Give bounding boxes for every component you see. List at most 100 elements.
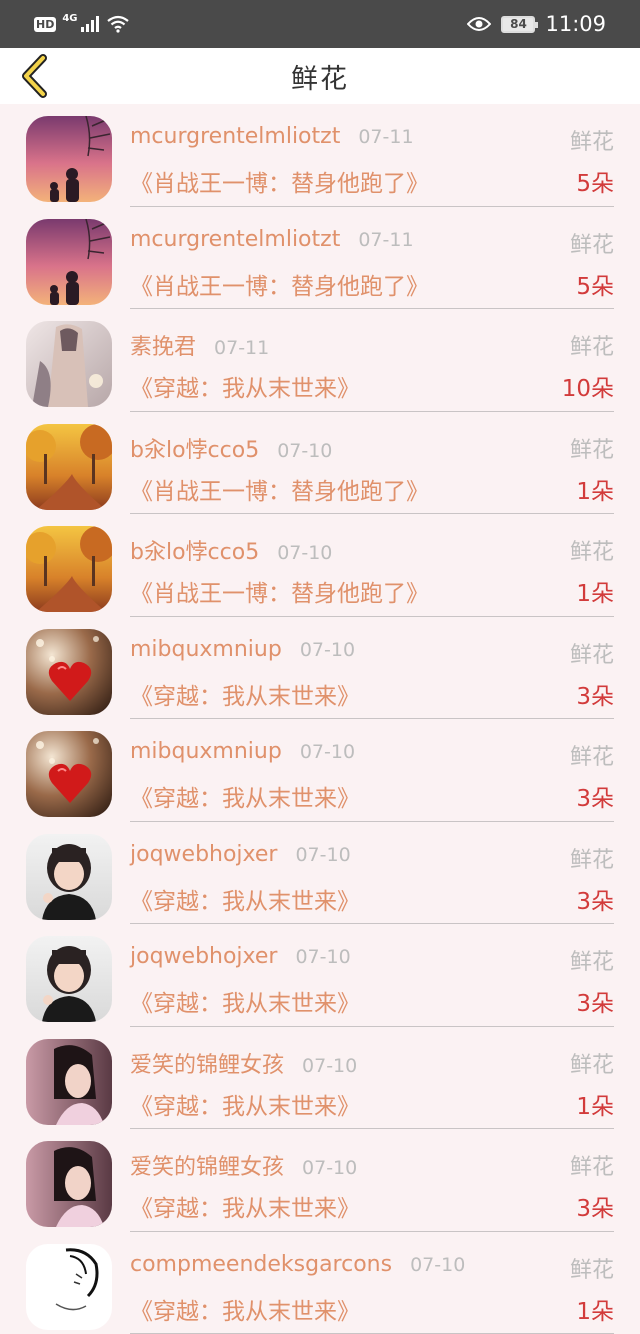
avatar[interactable]	[26, 116, 112, 202]
username[interactable]: 素挽君	[130, 329, 196, 361]
avatar[interactable]	[26, 526, 112, 612]
username[interactable]: 爱笑的锦鲤女孩	[130, 1047, 284, 1079]
book-title[interactable]: 《穿越：我从末世来》	[130, 1087, 360, 1121]
gift-type: 鲜花	[570, 124, 614, 156]
gift-count: 5朵	[576, 164, 614, 198]
list-item[interactable]: joqwebhojxer 07-10 鲜花 《穿越：我从末世来》 3朵	[0, 822, 640, 925]
gift-count: 10朵	[562, 369, 614, 403]
gift-type: 鲜花	[570, 534, 614, 566]
username[interactable]: joqwebhojxer	[130, 842, 277, 867]
hd-badge: HD	[34, 17, 56, 32]
status-bar: HD 4G 84 11:09	[0, 0, 640, 48]
list-item-body: 爱笑的锦鲤女孩 07-10 鲜花 《穿越：我从末世来》 1朵	[130, 1027, 614, 1130]
gift-count: 1朵	[576, 1087, 614, 1121]
avatar[interactable]	[26, 1141, 112, 1227]
gift-count: 3朵	[576, 677, 614, 711]
list-item-body: mcurgrentelmliotzt 07-11 鲜花 《肖战王一博：替身他跑了…	[130, 104, 614, 207]
gift-date: 07-10	[300, 639, 355, 661]
gift-date: 07-10	[295, 844, 350, 866]
list-item[interactable]: mibquxmniup 07-10 鲜花 《穿越：我从末世来》 3朵	[0, 719, 640, 822]
avatar[interactable]	[26, 1244, 112, 1330]
book-title[interactable]: 《穿越：我从末世来》	[130, 779, 360, 813]
book-title[interactable]: 《穿越：我从末世来》	[130, 677, 360, 711]
gift-date: 07-10	[277, 440, 332, 462]
book-title[interactable]: 《穿越：我从末世来》	[130, 1292, 360, 1326]
username[interactable]: b汆lo悖cco5	[130, 432, 259, 464]
avatar[interactable]	[26, 1039, 112, 1125]
eye-icon	[467, 16, 491, 32]
username[interactable]: mcurgrentelmliotzt	[130, 227, 340, 252]
list-item-body: joqwebhojxer 07-10 鲜花 《穿越：我从末世来》 3朵	[130, 924, 614, 1027]
gift-type: 鲜花	[570, 227, 614, 259]
list-item[interactable]: compmeendeksgarcons 07-10 鲜花 《穿越：我从末世来》 …	[0, 1232, 640, 1334]
list-item-body: mibquxmniup 07-10 鲜花 《穿越：我从末世来》 3朵	[130, 719, 614, 822]
list-item[interactable]: mibquxmniup 07-10 鲜花 《穿越：我从末世来》 3朵	[0, 617, 640, 720]
nav-bar: 鲜花	[0, 48, 640, 104]
avatar[interactable]	[26, 834, 112, 920]
list-item[interactable]: 爱笑的锦鲤女孩 07-10 鲜花 《穿越：我从末世来》 1朵	[0, 1027, 640, 1130]
list-item-body: 素挽君 07-11 鲜花 《穿越：我从末世来》 10朵	[130, 309, 614, 412]
gift-type: 鲜花	[570, 1252, 614, 1284]
avatar[interactable]	[26, 424, 112, 510]
gift-type: 鲜花	[570, 432, 614, 464]
gift-date: 07-10	[302, 1055, 357, 1077]
username[interactable]: mibquxmniup	[130, 739, 282, 764]
avatar[interactable]	[26, 219, 112, 305]
gift-date: 07-10	[300, 741, 355, 763]
list-item[interactable]: mcurgrentelmliotzt 07-11 鲜花 《肖战王一博：替身他跑了…	[0, 104, 640, 207]
list-item-body: mcurgrentelmliotzt 07-11 鲜花 《肖战王一博：替身他跑了…	[130, 207, 614, 310]
gift-date: 07-11	[214, 337, 269, 359]
wifi-icon	[106, 15, 130, 33]
book-title[interactable]: 《肖战王一博：替身他跑了》	[130, 472, 429, 506]
gift-count: 5朵	[576, 267, 614, 301]
list-item-body: 爱笑的锦鲤女孩 07-10 鲜花 《穿越：我从末世来》 3朵	[130, 1129, 614, 1232]
gift-type: 鲜花	[570, 637, 614, 669]
gift-count: 1朵	[576, 1292, 614, 1326]
list-item[interactable]: b汆lo悖cco5 07-10 鲜花 《肖战王一博：替身他跑了》 1朵	[0, 412, 640, 515]
username[interactable]: mcurgrentelmliotzt	[130, 124, 340, 149]
gift-count: 3朵	[576, 882, 614, 916]
list-item-body: compmeendeksgarcons 07-10 鲜花 《穿越：我从末世来》 …	[130, 1232, 614, 1334]
gift-count: 3朵	[576, 779, 614, 813]
username[interactable]: compmeendeksgarcons	[130, 1252, 392, 1277]
list-item-body: mibquxmniup 07-10 鲜花 《穿越：我从末世来》 3朵	[130, 617, 614, 720]
gift-date: 07-11	[358, 126, 413, 148]
list-item-body: b汆lo悖cco5 07-10 鲜花 《肖战王一博：替身他跑了》 1朵	[130, 412, 614, 515]
chevron-left-icon	[19, 54, 49, 98]
gift-count: 1朵	[576, 574, 614, 608]
book-title[interactable]: 《肖战王一博：替身他跑了》	[130, 267, 429, 301]
username[interactable]: mibquxmniup	[130, 637, 282, 662]
username[interactable]: 爱笑的锦鲤女孩	[130, 1149, 284, 1181]
gift-date: 07-10	[302, 1157, 357, 1179]
list-item[interactable]: mcurgrentelmliotzt 07-11 鲜花 《肖战王一博：替身他跑了…	[0, 207, 640, 310]
network-type: 4G	[62, 13, 77, 24]
gift-count: 3朵	[576, 984, 614, 1018]
book-title[interactable]: 《肖战王一博：替身他跑了》	[130, 574, 429, 608]
list-item-body: b汆lo悖cco5 07-10 鲜花 《肖战王一博：替身他跑了》 1朵	[130, 514, 614, 617]
book-title[interactable]: 《穿越：我从末世来》	[130, 1189, 360, 1223]
avatar[interactable]	[26, 321, 112, 407]
book-title[interactable]: 《肖战王一博：替身他跑了》	[130, 164, 429, 198]
avatar[interactable]	[26, 629, 112, 715]
gift-type: 鲜花	[570, 329, 614, 361]
book-title[interactable]: 《穿越：我从末世来》	[130, 984, 360, 1018]
gift-date: 07-10	[295, 946, 350, 968]
back-button[interactable]	[16, 54, 52, 98]
username[interactable]: joqwebhojxer	[130, 944, 277, 969]
avatar[interactable]	[26, 936, 112, 1022]
list-item[interactable]: 爱笑的锦鲤女孩 07-10 鲜花 《穿越：我从末世来》 3朵	[0, 1129, 640, 1232]
avatar[interactable]	[26, 731, 112, 817]
signal-icon	[80, 16, 100, 32]
gift-type: 鲜花	[570, 1149, 614, 1181]
gift-count: 1朵	[576, 472, 614, 506]
list-item[interactable]: b汆lo悖cco5 07-10 鲜花 《肖战王一博：替身他跑了》 1朵	[0, 514, 640, 617]
username[interactable]: b汆lo悖cco5	[130, 534, 259, 566]
book-title[interactable]: 《穿越：我从末世来》	[130, 369, 360, 403]
book-title[interactable]: 《穿越：我从末世来》	[130, 882, 360, 916]
clock: 11:09	[545, 12, 606, 36]
list-item[interactable]: joqwebhojxer 07-10 鲜花 《穿越：我从末世来》 3朵	[0, 924, 640, 1027]
gift-type: 鲜花	[570, 842, 614, 874]
battery-indicator: 84	[501, 16, 535, 33]
list-item[interactable]: 素挽君 07-11 鲜花 《穿越：我从末世来》 10朵	[0, 309, 640, 412]
gift-date: 07-10	[410, 1254, 465, 1276]
